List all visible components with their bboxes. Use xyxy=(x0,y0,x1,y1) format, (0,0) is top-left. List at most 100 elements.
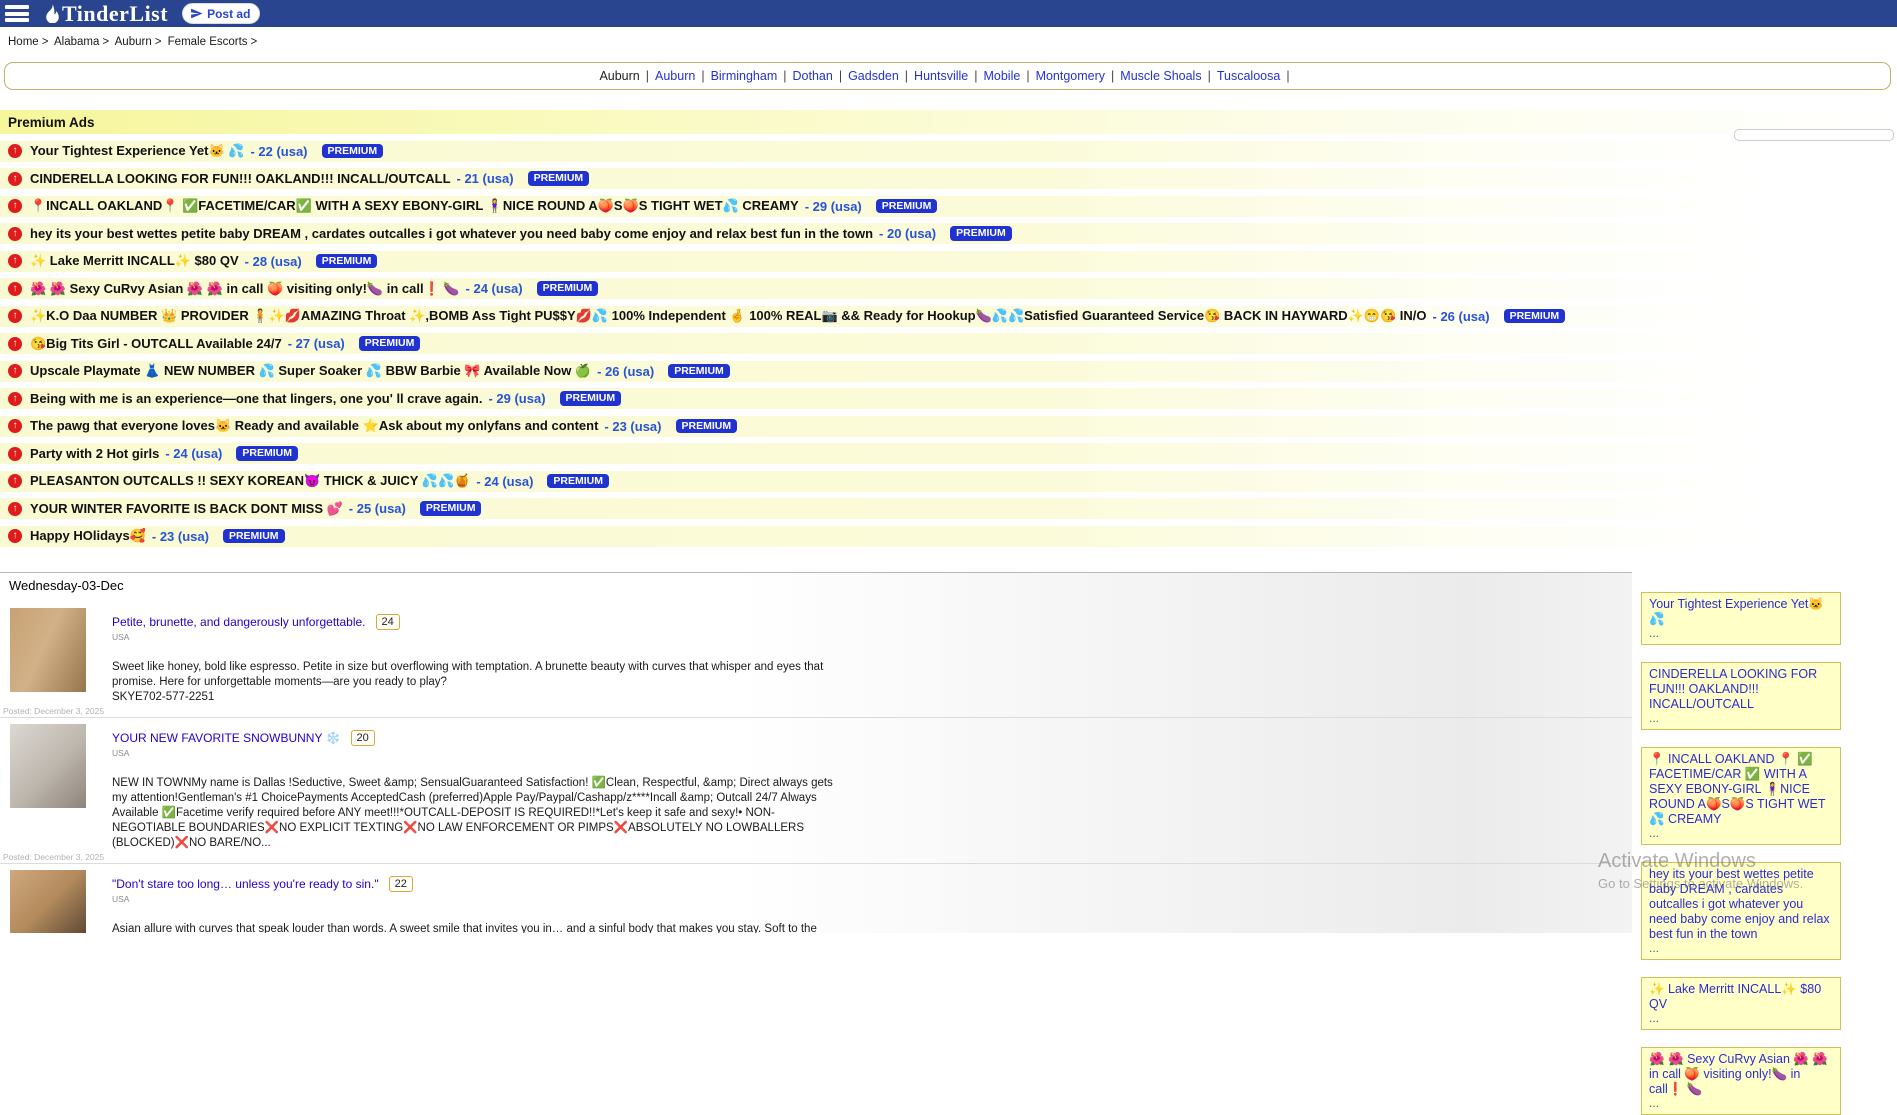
up-arrow-icon: ↑ xyxy=(8,309,22,323)
premium-badge: PREMIUM xyxy=(528,171,590,186)
city-link[interactable]: Huntsville xyxy=(914,69,968,83)
city-link[interactable]: Muscle Shoals xyxy=(1120,69,1201,83)
sidebar-ad-link[interactable]: ✨ Lake Merritt INCALL✨ $80 QV xyxy=(1649,982,1833,1012)
premium-badge: PREMIUM xyxy=(560,391,622,406)
post-ad-button[interactable]: Post ad xyxy=(182,3,260,24)
sidebar-ad-box: hey its your best wettes petite baby DRE… xyxy=(1641,862,1841,960)
premium-ads-section: Premium Ads ↑ Your Tightest Experience Y… xyxy=(0,110,1897,547)
up-arrow-icon: ↑ xyxy=(8,364,22,378)
city-link[interactable]: Montgomery xyxy=(1036,69,1105,83)
premium-badge: PREMIUM xyxy=(223,529,285,544)
premium-ad-title-link[interactable]: YOUR WINTER FAVORITE IS BACK DONT MISS 💕 xyxy=(30,501,343,517)
premium-ad-title-link[interactable]: PLEASANTON OUTCALLS !! SEXY KOREAN😈 THIC… xyxy=(30,473,470,489)
listing-description: Sweet like honey, bold like espresso. Pe… xyxy=(112,660,847,690)
city-link[interactable]: Gadsden xyxy=(848,69,899,83)
up-arrow-icon: ↑ xyxy=(8,447,22,461)
premium-ad-age: - 20 (usa) xyxy=(879,226,936,241)
listing-country: USA xyxy=(112,748,847,758)
premium-badge: PREMIUM xyxy=(668,364,730,379)
up-arrow-icon: ↑ xyxy=(8,474,22,488)
brand-name: TinderList xyxy=(62,3,168,25)
premium-ad-row: ↑ hey its your best wettes petite baby D… xyxy=(0,223,1897,244)
breadcrumb: Home> Alabama> Auburn> Female Escorts> xyxy=(8,36,260,48)
premium-ad-title-link[interactable]: Happy HOlidays🥰 xyxy=(30,528,146,544)
sidebar-ad-box: ✨ Lake Merritt INCALL✨ $80 QV ... xyxy=(1641,977,1841,1030)
listing-title-link[interactable]: Petite, brunette, and dangerously unforg… xyxy=(112,615,366,629)
premium-ad-title-link[interactable]: CINDERELLA LOOKING FOR FUN!!! OAKLAND!!!… xyxy=(30,171,451,186)
premium-ad-title-link[interactable]: 📍INCALL OAKLAND📍 ✅FACETIME/CAR✅ WITH A S… xyxy=(30,198,799,214)
listing-body: Petite, brunette, and dangerously unforg… xyxy=(112,608,847,705)
premium-badge: PREMIUM xyxy=(236,446,298,461)
listing-age-badge: 24 xyxy=(376,614,400,630)
city-link[interactable]: Birmingham xyxy=(711,69,778,83)
city-pipe: | xyxy=(839,69,842,83)
sidebar-ad-ellipsis: ... xyxy=(1649,627,1833,640)
listing-photo[interactable] xyxy=(10,724,86,808)
city-link[interactable]: Tuscaloosa xyxy=(1217,69,1280,83)
up-arrow-icon: ↑ xyxy=(8,199,22,213)
city-pipe: | xyxy=(646,69,649,83)
premium-ad-row: ↑ ✨K.O Daa NUMBER 👑 PROVIDER 🧍✨💋AMAZING … xyxy=(0,306,1897,327)
sidebar-ad-link[interactable]: 🌺 🌺 Sexy CuRvy Asian 🌺 🌺 in call 🍑 visit… xyxy=(1649,1052,1833,1097)
premium-ad-age: - 24 (usa) xyxy=(466,281,523,296)
premium-ad-title-link[interactable]: ✨ Lake Merritt INCALL✨ $80 QV xyxy=(30,253,239,269)
breadcrumb-link[interactable]: Home xyxy=(8,36,39,48)
hamburger-menu-icon[interactable] xyxy=(5,5,29,22)
listing-posted-date: Posted: December 3, 2025 xyxy=(3,852,104,862)
premium-ad-title-link[interactable]: 🌺 🌺 Sexy CuRvy Asian 🌺 🌺 in call 🍑 visit… xyxy=(30,281,460,297)
premium-ad-title-link[interactable]: ✨K.O Daa NUMBER 👑 PROVIDER 🧍✨💋AMAZING Th… xyxy=(30,308,1427,324)
premium-ad-age: - 27 (usa) xyxy=(288,336,345,351)
premium-ad-row: ↑ Party with 2 Hot girls - 24 (usa) PREM… xyxy=(0,443,1897,464)
listing-age-badge: 22 xyxy=(389,876,413,892)
sidebar-ad-ellipsis: ... xyxy=(1649,1012,1833,1025)
sidebar-ad-link[interactable]: CINDERELLA LOOKING FOR FUN!!! OAKLAND!!!… xyxy=(1649,667,1833,712)
city-pipe: | xyxy=(974,69,977,83)
city-pipe: | xyxy=(1208,69,1211,83)
city-link[interactable]: Mobile xyxy=(983,69,1020,83)
premium-ad-row: ↑ Upscale Playmate 👗 NEW NUMBER 💦 Super … xyxy=(0,361,1897,382)
premium-ad-title-link[interactable]: The pawg that everyone loves🐱 Ready and … xyxy=(30,418,598,434)
listing-contact: SKYE702-577-2251 xyxy=(112,690,847,705)
sidebar-ad-link[interactable]: 📍 INCALL OAKLAND 📍 ✅ FACETIME/CAR ✅ WITH… xyxy=(1649,752,1833,827)
premium-ad-age: - 29 (usa) xyxy=(488,391,545,406)
premium-ad-title-link[interactable]: Party with 2 Hot girls xyxy=(30,446,159,461)
premium-badge: PREMIUM xyxy=(547,474,609,489)
listing-posted-date: Posted: December 3, 2025 xyxy=(3,706,104,716)
premium-ad-row: ↑ The pawg that everyone loves🐱 Ready an… xyxy=(0,416,1897,437)
up-arrow-icon: ↑ xyxy=(8,227,22,241)
listing-photo[interactable] xyxy=(10,608,86,692)
sidebar-ad-ellipsis: ... xyxy=(1649,942,1833,955)
premium-ad-title-link[interactable]: Upscale Playmate 👗 NEW NUMBER 💦 Super So… xyxy=(30,363,591,379)
listing-photo[interactable] xyxy=(10,870,86,933)
premium-ad-title-link[interactable]: Being with me is an experience—one that … xyxy=(30,391,482,406)
sidebar-ad-ellipsis: ... xyxy=(1649,827,1833,840)
premium-ad-age: - 28 (usa) xyxy=(245,254,302,269)
site-logo[interactable]: TinderList xyxy=(45,3,168,25)
city-link[interactable]: Auburn xyxy=(655,69,695,83)
breadcrumb-link[interactable]: Alabama xyxy=(54,36,99,48)
premium-ad-age: - 24 (usa) xyxy=(476,474,533,489)
up-arrow-icon: ↑ xyxy=(8,282,22,296)
premium-ad-age: - 29 (usa) xyxy=(805,199,862,214)
listing-title-link[interactable]: YOUR NEW FAVORITE SNOWBUNNY ❄️ xyxy=(112,731,341,745)
listing-country: USA xyxy=(112,632,847,642)
premium-badge: PREMIUM xyxy=(1504,309,1566,324)
sidebar-ad-link[interactable]: hey its your best wettes petite baby DRE… xyxy=(1649,867,1833,942)
listing-description: Asian allure with curves that speak loud… xyxy=(112,922,847,933)
premium-ad-row: ↑ 🌺 🌺 Sexy CuRvy Asian 🌺 🌺 in call 🍑 vis… xyxy=(0,278,1897,299)
sidebar-ad-ellipsis: ... xyxy=(1649,1097,1833,1110)
listing-body: "Don't stare too long… unless you're rea… xyxy=(112,870,847,933)
sidebar-ad-link[interactable]: Your Tightest Experience Yet🐱 💦 xyxy=(1649,597,1833,627)
breadcrumb-link[interactable]: Auburn xyxy=(115,36,152,48)
premium-ad-title-link[interactable]: hey its your best wettes petite baby DRE… xyxy=(30,226,873,241)
breadcrumb-link[interactable]: Female Escorts xyxy=(168,36,248,48)
sidebar-ad-box: Your Tightest Experience Yet🐱 💦 ... xyxy=(1641,592,1841,645)
premium-ad-title-link[interactable]: Your Tightest Experience Yet🐱 💦 xyxy=(30,143,244,159)
premium-ad-title-link[interactable]: 😘Big Tits Girl - OUTCALL Available 24/7 xyxy=(30,336,282,352)
empty-ad-placeholder xyxy=(1734,129,1894,141)
sidebar-ad-box: 📍 INCALL OAKLAND 📍 ✅ FACETIME/CAR ✅ WITH… xyxy=(1641,747,1841,845)
city-pipe: | xyxy=(783,69,786,83)
listing-title-link[interactable]: "Don't stare too long… unless you're rea… xyxy=(112,877,379,891)
city-link[interactable]: Dothan xyxy=(793,69,833,83)
breadcrumb-separator: > xyxy=(251,36,258,48)
